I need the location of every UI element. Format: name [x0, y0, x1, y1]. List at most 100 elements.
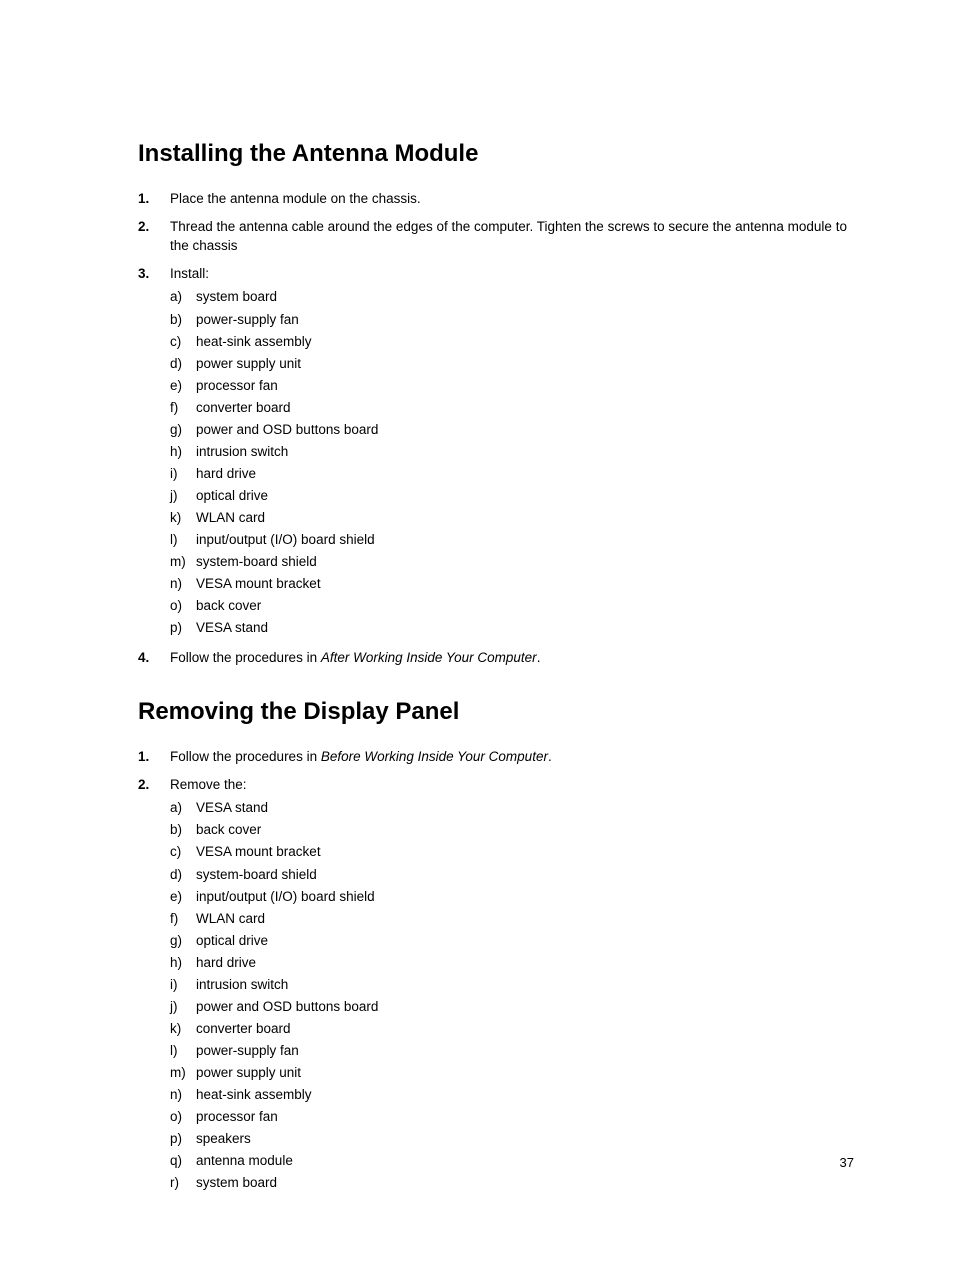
sublist-text: VESA stand — [196, 798, 268, 818]
step-text-suffix: . — [548, 749, 552, 764]
sublist-letter: e) — [170, 887, 196, 907]
sublist-text: WLAN card — [196, 909, 265, 929]
sublist-item: o)processor fan — [170, 1107, 854, 1127]
sublist-item: q)antenna module — [170, 1151, 854, 1171]
step-sublist: a)system boardb)power-supply fanc)heat-s… — [170, 287, 854, 638]
sublist-item: l)input/output (I/O) board shield — [170, 530, 854, 550]
step-text: Place the antenna module on the chassis. — [170, 191, 421, 206]
step-body: Install: a)system boardb)power-supply fan… — [170, 264, 854, 641]
sublist-letter: d) — [170, 354, 196, 374]
sublist-text: system-board shield — [196, 865, 317, 885]
sublist-letter: m) — [170, 552, 196, 572]
sublist-item: h)hard drive — [170, 953, 854, 973]
sublist-item: f)WLAN card — [170, 909, 854, 929]
sublist-text: VESA stand — [196, 618, 268, 638]
sublist-item: f)converter board — [170, 398, 854, 418]
sublist-letter: k) — [170, 1019, 196, 1039]
sublist-item: k)WLAN card — [170, 508, 854, 528]
step-item: 3.Install: a)system boardb)power-supply f… — [138, 264, 854, 641]
step-body: Remove the: a)VESA standb)back coverc)VES… — [170, 775, 854, 1196]
sublist-letter: j) — [170, 997, 196, 1017]
step-body: Follow the procedures in Before Working … — [170, 747, 854, 767]
sublist-letter: n) — [170, 1085, 196, 1105]
sublist-text: optical drive — [196, 486, 268, 506]
sublist-letter: q) — [170, 1151, 196, 1171]
sublist-letter: h) — [170, 442, 196, 462]
sublist-item: p)VESA stand — [170, 618, 854, 638]
section2-steps: 1.Follow the procedures in Before Workin… — [138, 747, 854, 1195]
section1-steps: 1.Place the antenna module on the chassi… — [138, 189, 854, 668]
sublist-text: hard drive — [196, 953, 256, 973]
sublist-text: power supply unit — [196, 1063, 301, 1083]
sublist-text: processor fan — [196, 376, 278, 396]
sublist-letter: j) — [170, 486, 196, 506]
sublist-text: converter board — [196, 1019, 291, 1039]
sublist-item: b)back cover — [170, 820, 854, 840]
sublist-item: m)power supply unit — [170, 1063, 854, 1083]
sublist-letter: r) — [170, 1173, 196, 1193]
sublist-item: j)power and OSD buttons board — [170, 997, 854, 1017]
step-item: 4.Follow the procedures in After Working… — [138, 648, 854, 668]
step-text: Thread the antenna cable around the edge… — [170, 219, 847, 254]
sublist-text: heat-sink assembly — [196, 332, 312, 352]
sublist-letter: e) — [170, 376, 196, 396]
sublist-text: WLAN card — [196, 508, 265, 528]
sublist-letter: f) — [170, 909, 196, 929]
page-number: 37 — [840, 1155, 854, 1170]
sublist-text: system board — [196, 1173, 277, 1193]
step-number: 3. — [138, 264, 170, 641]
sublist-item: d)system-board shield — [170, 865, 854, 885]
step-sublist: a)VESA standb)back coverc)VESA mount bra… — [170, 798, 854, 1193]
sublist-letter: o) — [170, 596, 196, 616]
sublist-text: power supply unit — [196, 354, 301, 374]
sublist-letter: m) — [170, 1063, 196, 1083]
sublist-item: m)system-board shield — [170, 552, 854, 572]
step-text: Follow the procedures in — [170, 749, 321, 764]
sublist-text: system board — [196, 287, 277, 307]
step-body: Thread the antenna cable around the edge… — [170, 217, 854, 256]
step-italic-reference: After Working Inside Your Computer — [321, 650, 537, 665]
sublist-item: k)converter board — [170, 1019, 854, 1039]
sublist-letter: p) — [170, 618, 196, 638]
sublist-text: processor fan — [196, 1107, 278, 1127]
sublist-item: g)power and OSD buttons board — [170, 420, 854, 440]
step-text: Follow the procedures in — [170, 650, 321, 665]
sublist-letter: l) — [170, 530, 196, 550]
step-number: 4. — [138, 648, 170, 668]
sublist-item: n)heat-sink assembly — [170, 1085, 854, 1105]
sublist-item: g)optical drive — [170, 931, 854, 951]
sublist-letter: n) — [170, 574, 196, 594]
sublist-text: speakers — [196, 1129, 251, 1149]
sublist-text: antenna module — [196, 1151, 293, 1171]
sublist-item: l)power-supply fan — [170, 1041, 854, 1061]
step-number: 1. — [138, 189, 170, 209]
step-number: 1. — [138, 747, 170, 767]
sublist-item: n)VESA mount bracket — [170, 574, 854, 594]
step-text: Install: — [170, 266, 209, 281]
sublist-letter: l) — [170, 1041, 196, 1061]
step-body: Follow the procedures in After Working I… — [170, 648, 854, 668]
sublist-item: i)hard drive — [170, 464, 854, 484]
sublist-item: d)power supply unit — [170, 354, 854, 374]
sublist-letter: g) — [170, 931, 196, 951]
step-item: 1.Follow the procedures in Before Workin… — [138, 747, 854, 767]
step-item: 2.Remove the:a)VESA standb)back coverc)V… — [138, 775, 854, 1196]
step-item: 1.Place the antenna module on the chassi… — [138, 189, 854, 209]
step-italic-reference: Before Working Inside Your Computer — [321, 749, 548, 764]
document-page: Installing the Antenna Module 1.Place th… — [0, 0, 954, 1195]
step-text: Remove the: — [170, 777, 247, 792]
sublist-letter: i) — [170, 975, 196, 995]
step-number: 2. — [138, 217, 170, 256]
sublist-text: power-supply fan — [196, 310, 299, 330]
sublist-item: c)VESA mount bracket — [170, 842, 854, 862]
sublist-item: e)processor fan — [170, 376, 854, 396]
sublist-text: input/output (I/O) board shield — [196, 887, 375, 907]
sublist-letter: c) — [170, 842, 196, 862]
sublist-text: optical drive — [196, 931, 268, 951]
sublist-item: p)speakers — [170, 1129, 854, 1149]
sublist-letter: f) — [170, 398, 196, 418]
sublist-letter: i) — [170, 464, 196, 484]
sublist-letter: c) — [170, 332, 196, 352]
sublist-item: h)intrusion switch — [170, 442, 854, 462]
sublist-item: i)intrusion switch — [170, 975, 854, 995]
